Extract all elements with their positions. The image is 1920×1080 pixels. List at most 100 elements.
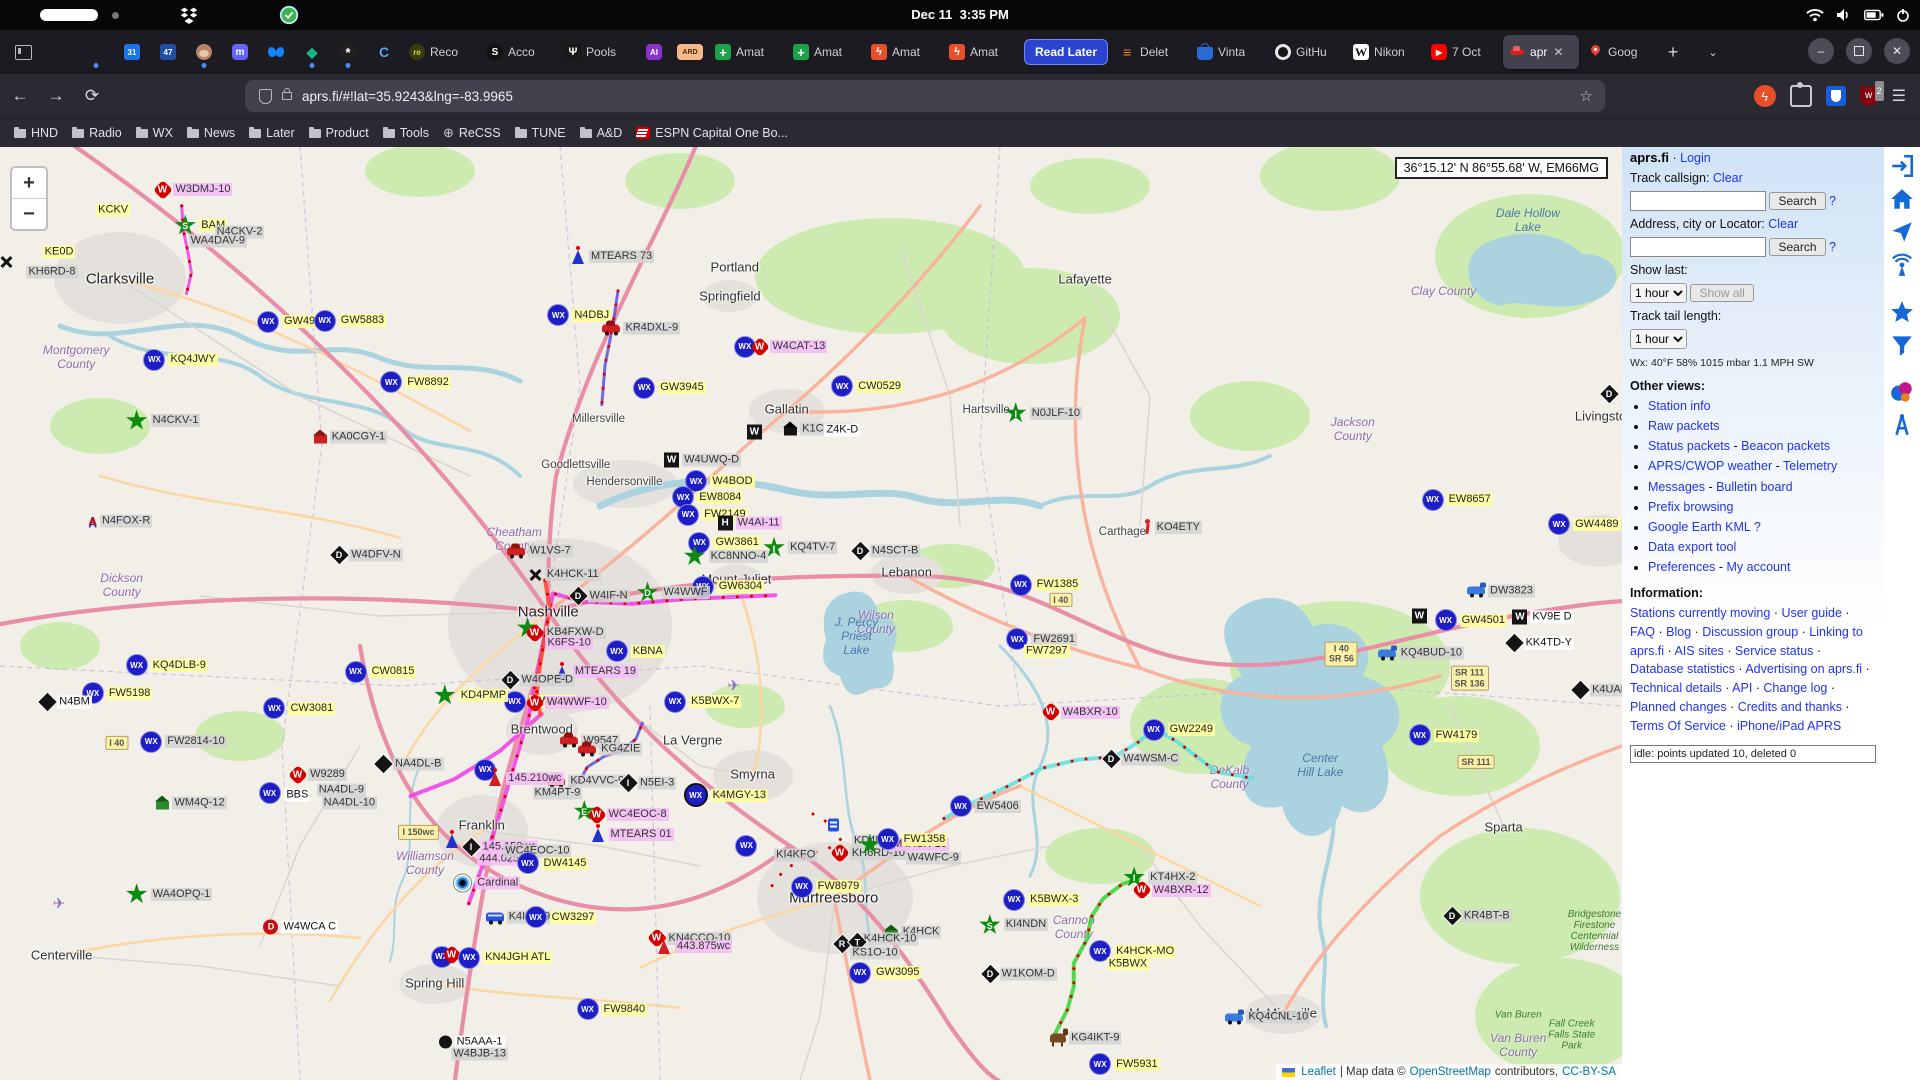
sidebar-link[interactable]: Google Earth KML ? — [1648, 520, 1761, 534]
license-link[interactable]: CC-BY-SA — [1562, 1066, 1616, 1078]
station-marker[interactable]: W — [445, 948, 459, 962]
info-link[interactable]: Change log — [1763, 681, 1827, 695]
station-marker[interactable]: WXFW1358 — [877, 828, 948, 850]
station-ant-icon[interactable] — [444, 832, 460, 848]
station-wred-icon[interactable]: W — [587, 805, 607, 825]
bookmark-item[interactable]: HND — [14, 126, 58, 140]
station-van-icon[interactable] — [486, 913, 504, 922]
browser-tab[interactable]: 31 — [115, 35, 149, 69]
sidebar-toggle-icon[interactable] — [8, 37, 38, 67]
track-callsign-input[interactable] — [1630, 191, 1766, 211]
browser-tab[interactable]: +Amat — [787, 35, 863, 69]
station-bd-icon[interactable] — [39, 693, 57, 711]
station-marker[interactable]: WW4WWF-10 — [528, 696, 609, 710]
station-marker[interactable]: WW4BXR-12 — [1135, 883, 1211, 897]
sidebar-link[interactable]: My account — [1727, 560, 1791, 574]
station-marker[interactable]: WXFW9840 — [577, 998, 648, 1020]
station-wx-icon[interactable]: WX — [517, 852, 539, 874]
station-marker[interactable]: ✈ — [53, 897, 66, 912]
station-wx-icon[interactable]: WX — [126, 654, 148, 676]
browser-tab[interactable]: ϟAmat — [943, 35, 1019, 69]
station-star-icon[interactable] — [434, 684, 456, 706]
station-marker[interactable]: WW9289 — [291, 768, 347, 782]
station-marker[interactable]: K4HCK-11 — [528, 568, 601, 582]
browser-tab[interactable] — [43, 35, 77, 69]
station-marker[interactable]: N4CKV-1 — [126, 410, 201, 432]
station-marker[interactable]: KE0D — [40, 246, 76, 259]
station-marker[interactable]: WWC4EOC-8 — [590, 808, 669, 822]
station-marker[interactable]: WXCW3297 — [525, 906, 597, 928]
station-marker[interactable]: WXFW1385 — [1010, 574, 1081, 596]
info-link[interactable]: AIS sites — [1674, 644, 1723, 658]
station-wred-icon[interactable]: W — [830, 843, 850, 863]
station-marker[interactable]: WXGW4501 — [1435, 609, 1507, 631]
station-wx-icon[interactable]: WX — [633, 377, 655, 399]
aprs-map[interactable]: ClarksvilleSpringfieldPortlandGallatinLa… — [0, 146, 1622, 1080]
forward-button[interactable]: → — [40, 80, 72, 112]
station-marker[interactable] — [0, 255, 13, 269]
clear-callsign-link[interactable]: Clear — [1713, 171, 1743, 185]
station-star-icon[interactable] — [126, 410, 148, 432]
info-link[interactable]: Stations currently moving — [1630, 606, 1770, 620]
station-marker[interactable]: IKQ4TV-7 — [763, 537, 837, 559]
station-marker[interactable]: KQ4CNL-10 — [1225, 1011, 1310, 1024]
station-marker[interactable]: WXCW0529 — [831, 375, 903, 397]
station-antR-icon[interactable] — [656, 938, 672, 954]
address-search-button[interactable]: Search — [1769, 238, 1825, 256]
favorites-star-icon[interactable] — [1889, 299, 1915, 325]
bookmark-item[interactable]: Product — [309, 126, 369, 140]
station-marker[interactable]: WXKN4JGH ATL — [458, 947, 552, 969]
station-marker[interactable]: KO4ETY — [1143, 519, 1202, 535]
app-indicator-icon[interactable] — [278, 4, 300, 26]
app-menu-icon[interactable]: ☰ — [1892, 86, 1906, 106]
station-eye-icon[interactable] — [453, 873, 472, 892]
info-link[interactable]: Service status — [1735, 644, 1814, 658]
sidebar-link[interactable]: Messages — [1648, 480, 1705, 494]
station-xb-icon[interactable] — [0, 255, 13, 269]
station-marker[interactable]: ✈ — [727, 678, 740, 693]
address-input[interactable] — [1630, 237, 1766, 257]
station-marker[interactable]: AN4FOX-R — [88, 515, 152, 528]
sidebar-link[interactable]: Telemetry — [1783, 459, 1837, 473]
station-marker[interactable]: WXFW8892 — [380, 371, 451, 393]
station-bsq-icon[interactable]: W — [1412, 608, 1427, 623]
bookmark-item[interactable]: TUNE — [515, 126, 566, 140]
station-marker[interactable]: MTEARS 01 — [590, 826, 674, 842]
station-marker[interactable]: WW3DMJ-10 — [156, 183, 232, 197]
station-marker[interactable]: IN0JLF-10 — [1005, 402, 1082, 424]
info-link[interactable]: Credits and thanks — [1738, 700, 1842, 714]
info-link[interactable]: User guide — [1781, 606, 1841, 620]
station-wx-icon[interactable]: WX — [458, 947, 480, 969]
clear-address-link[interactable]: Clear — [1768, 217, 1798, 231]
sidebar-link[interactable]: Status packets — [1648, 439, 1730, 453]
station-bsq-icon[interactable]: H — [718, 516, 733, 531]
station-marker[interactable]: DW4IF-N — [572, 590, 630, 603]
station-marker[interactable]: DN4SCT-B — [854, 545, 920, 558]
station-marker[interactable]: DW4DFV-N — [333, 549, 403, 562]
station-marker[interactable]: WXCW0815 — [345, 661, 417, 683]
station-wx-icon[interactable]: WX — [735, 835, 757, 857]
station-wx-icon[interactable]: WX — [950, 795, 972, 817]
station-marker[interactable] — [828, 819, 839, 832]
station-marker[interactable]: W — [1412, 608, 1427, 623]
station-rcirc-icon[interactable]: D — [263, 919, 278, 934]
minimize-button[interactable]: – — [1808, 38, 1834, 64]
browser-tab[interactable]: GitHu — [1269, 35, 1345, 69]
browser-tab[interactable]: +Amat — [709, 35, 785, 69]
browser-tab[interactable]: reReco — [403, 35, 479, 69]
station-marker[interactable]: HW4AI-11 — [718, 516, 782, 531]
station-antR-icon[interactable] — [487, 770, 503, 786]
station-wx-icon[interactable]: WX — [677, 504, 699, 526]
station-wx-icon[interactable]: WX — [380, 371, 402, 393]
info-link[interactable]: Advertising on aprs.fi — [1745, 662, 1862, 676]
station-marker[interactable]: KG4IKT-9 — [1050, 1031, 1121, 1044]
browser-tab[interactable]: Goog — [1581, 35, 1657, 69]
browser-tab[interactable] — [259, 35, 293, 69]
station-marker[interactable]: K5BWX — [1104, 958, 1150, 971]
info-link[interactable]: Terms Of Service — [1630, 719, 1726, 733]
station-houseG-icon[interactable] — [156, 801, 169, 809]
station-marker[interactable]: Z4K-D — [821, 423, 860, 436]
station-bd-icon[interactable] — [374, 755, 392, 773]
sidebar-link[interactable]: Data export tool — [1648, 540, 1736, 554]
station-wred-icon[interactable]: W — [525, 693, 545, 713]
